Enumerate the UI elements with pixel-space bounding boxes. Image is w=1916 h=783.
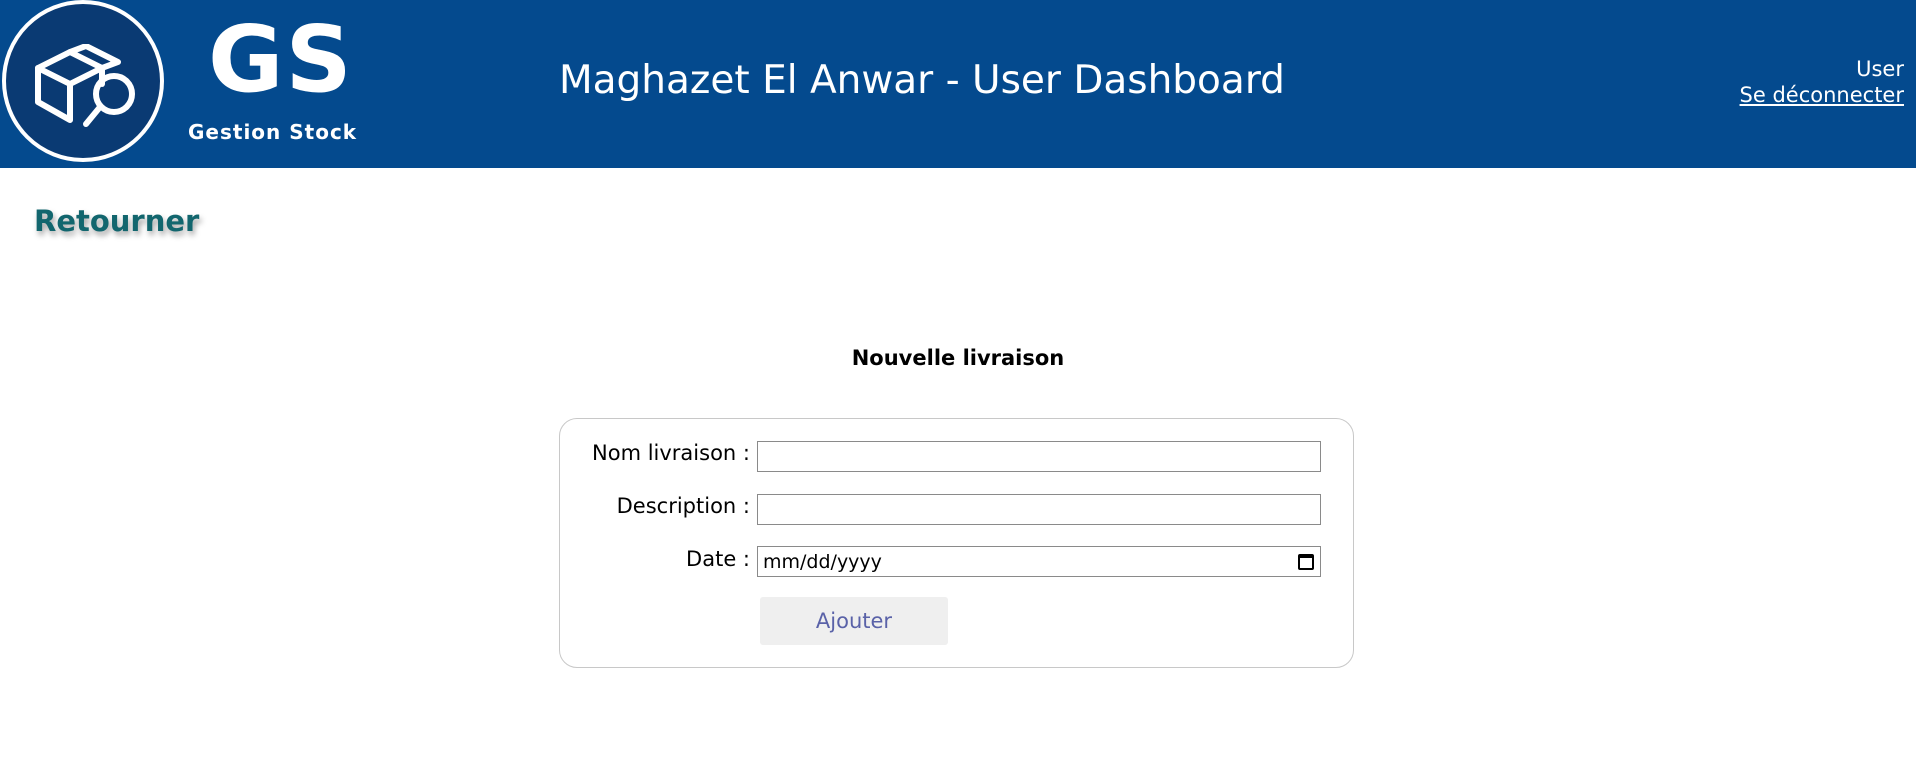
app-header: GS Gestion Stock Maghazet El Anwar - Use…: [0, 0, 1916, 168]
user-menu: User Se déconnecter: [1740, 56, 1904, 108]
logo-subtitle: Gestion Stock: [188, 120, 358, 144]
logout-link[interactable]: Se déconnecter: [1740, 82, 1904, 108]
date-label: Date :: [686, 547, 750, 571]
calendar-icon[interactable]: [1298, 553, 1314, 570]
date-placeholder: mm/dd/yyyy: [763, 550, 882, 573]
logo-emblem: [2, 0, 164, 162]
box-search-icon: [35, 44, 135, 127]
back-link[interactable]: Retourner: [34, 204, 199, 238]
logo-text: GS: [208, 6, 354, 113]
name-input[interactable]: [757, 441, 1321, 472]
add-button[interactable]: Ajouter: [760, 597, 948, 645]
date-input[interactable]: mm/dd/yyyy: [757, 546, 1321, 577]
description-input[interactable]: [757, 494, 1321, 525]
page-title: Maghazet El Anwar - User Dashboard: [559, 58, 1285, 103]
description-label: Description :: [616, 494, 750, 518]
form-title: Nouvelle livraison: [851, 346, 1065, 370]
username-label: User: [1856, 57, 1904, 81]
name-label: Nom livraison :: [592, 441, 750, 465]
